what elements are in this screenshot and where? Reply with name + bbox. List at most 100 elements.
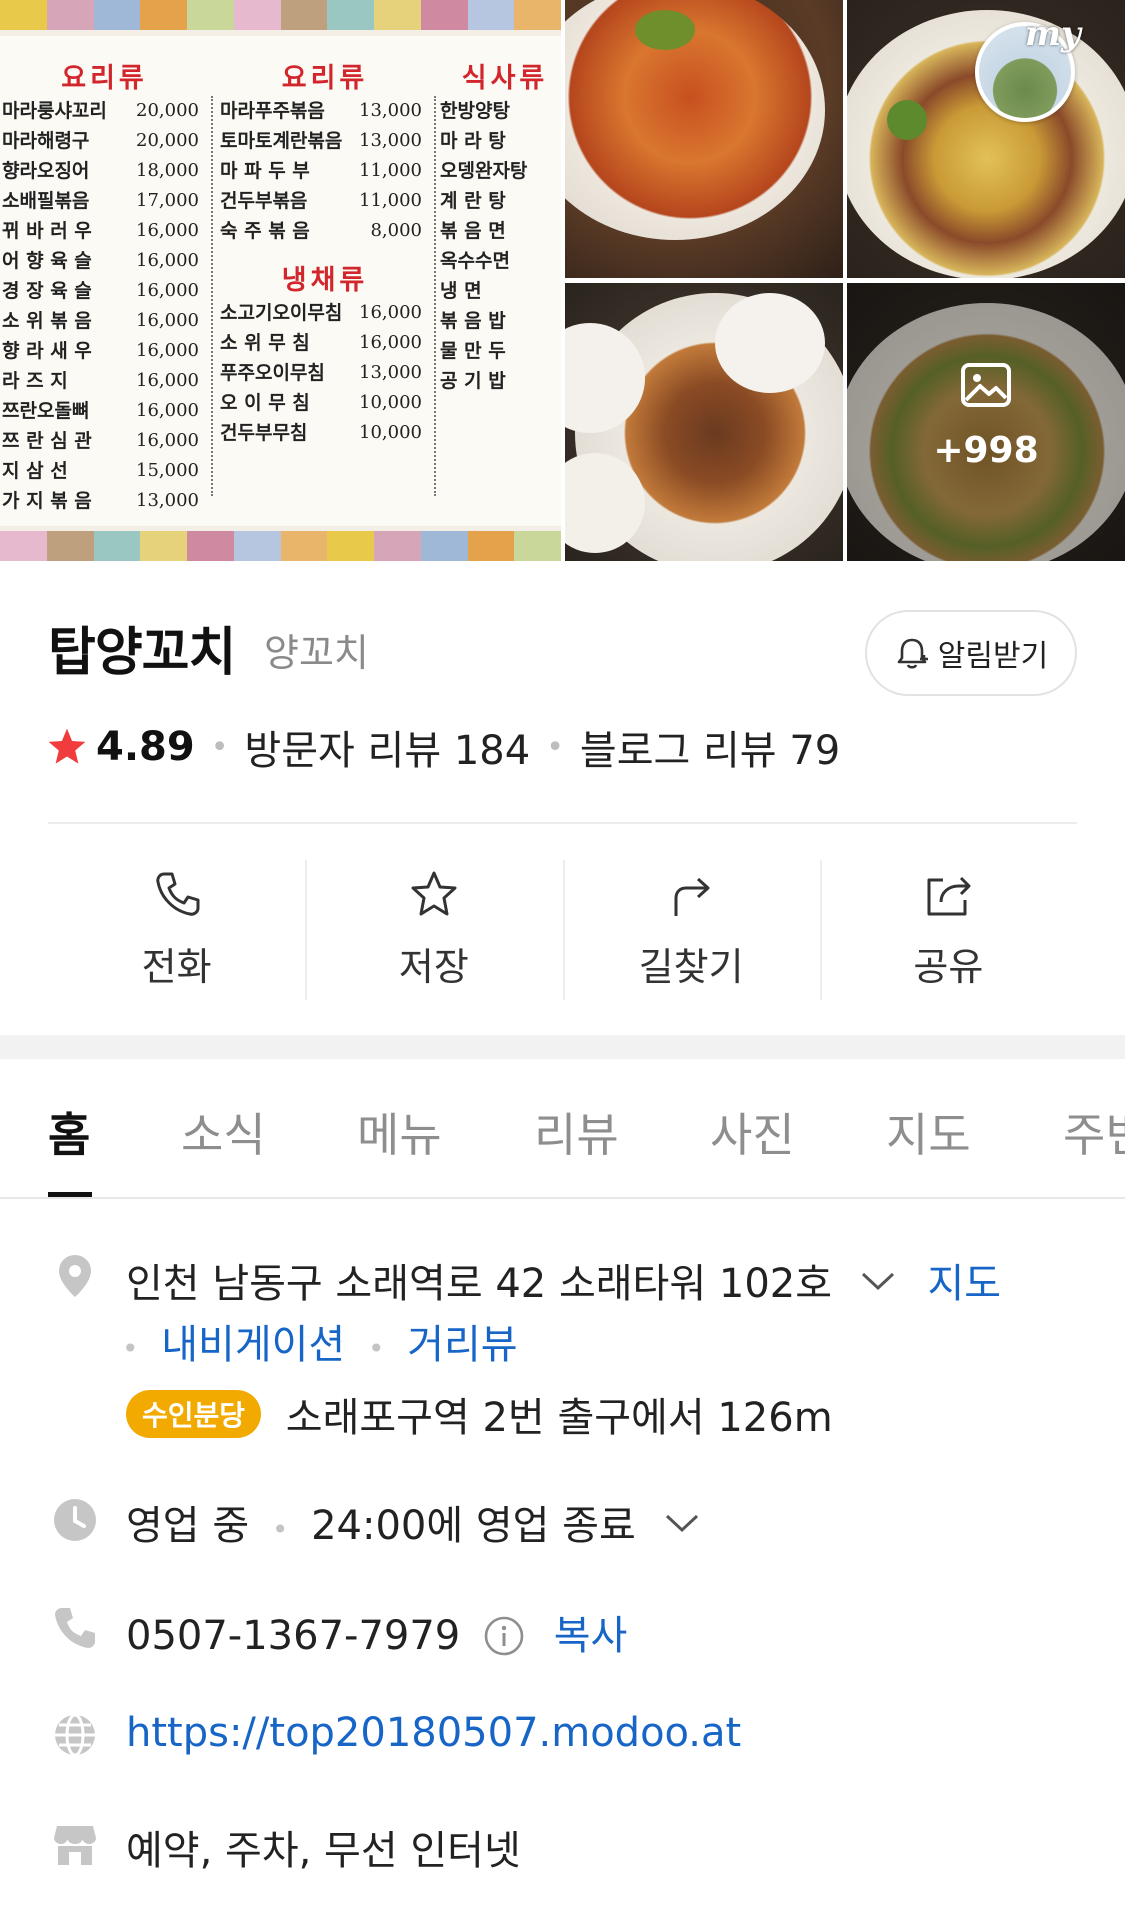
menu-item-price: 16,000 — [359, 332, 422, 353]
menu-board-bottom-strip — [0, 531, 561, 561]
menu-item-price: 17,000 — [136, 190, 199, 211]
menu-item-price: 13,000 — [359, 130, 422, 151]
menu-item-name: 지 삼 선 — [2, 460, 68, 482]
menu-item-name: 쯔 란 심 관 — [2, 430, 92, 452]
action-bar: 전화 저장 길찾기 공유 — [48, 860, 1077, 1000]
menu-board-item: 마라해령구 20,000 — [2, 126, 207, 156]
amenities-text: 예약, 주차, 무선 인터넷 — [126, 1828, 521, 1874]
navigation-link[interactable]: 내비게이션 — [161, 1322, 345, 1368]
menu-item-name: 뀌 바 러 우 — [2, 220, 92, 242]
more-photos-overlay[interactable] — [847, 283, 1125, 561]
address-links-row: • 내비게이션 • 거리뷰 — [122, 1312, 518, 1370]
separator-dot: • — [546, 729, 564, 765]
phone-number[interactable]: 0507-1367-7979 — [126, 1613, 460, 1659]
separator-dot: • — [271, 1513, 289, 1546]
menu-board-item: 옥수수면 — [440, 246, 561, 276]
menu-board-heading: 식사류 — [461, 63, 549, 94]
street-view-link[interactable]: 거리뷰 — [407, 1322, 517, 1368]
menu-item-name: 오뎅완자탕 — [440, 160, 528, 182]
info-icon[interactable] — [483, 1615, 525, 1657]
menu-board-item: 볶 음 밥 — [440, 306, 561, 336]
food-photo[interactable] — [565, 0, 843, 278]
station-text: 소래포구역 2번 출구에서 126m — [285, 1395, 833, 1441]
strip-segment — [467, 531, 515, 561]
tab-news[interactable]: 소식 — [181, 1099, 266, 1165]
hours-row[interactable]: 영업 중 • 24:00에 영업 종료 — [126, 1493, 699, 1551]
visitor-reviews-link[interactable]: 방문자 리뷰 184 — [244, 718, 530, 776]
rating-stats: 4.89 • 방문자 리뷰 184 • 블로그 리뷰 79 — [46, 718, 840, 776]
map-link[interactable]: 지도 — [927, 1261, 1001, 1307]
website-link[interactable]: https://top20180507.modoo.at — [126, 1710, 741, 1756]
menu-board-item: 경 장 육 슬 16,000 — [2, 276, 207, 306]
strip-segment — [467, 0, 515, 30]
action-label: 공유 — [913, 945, 984, 989]
bell-plus-icon — [897, 638, 928, 669]
menu-item-name: 한방양탕 — [440, 100, 510, 122]
menu-item-name: 볶 음 밥 — [440, 310, 506, 332]
separator-dot: • — [210, 729, 229, 765]
tab-bar: 홈 소식 메뉴 리뷰 사진 지도 주변 — [0, 1059, 1125, 1199]
menu-item-price: 15,000 — [136, 460, 199, 481]
bun — [715, 293, 825, 393]
menu-item-name: 소 위 무 침 — [220, 332, 310, 354]
menu-item-price: 16,000 — [136, 280, 199, 301]
copy-phone-button[interactable]: 복사 — [554, 1613, 628, 1659]
tab-review[interactable]: 리뷰 — [534, 1099, 619, 1165]
menu-board-item: 마라푸주볶음 13,000 — [220, 96, 430, 126]
menu-item-name: 마라해령구 — [2, 130, 90, 152]
share-button[interactable]: 공유 — [819, 860, 1077, 1000]
menu-board-item: 오뎅완자탕 — [440, 156, 561, 186]
strip-segment — [46, 0, 94, 30]
blog-reviews-link[interactable]: 블로그 리뷰 79 — [580, 718, 840, 776]
clock-icon — [54, 1499, 96, 1541]
menu-board-item: 한방양탕 — [440, 96, 561, 126]
menu-board-photo[interactable]: 요리류 마라룽샤꼬리 20,000 마라해령구 20,000 향라오징어 18,000 소배필… — [0, 0, 561, 561]
menu-item-name: 가 지 볶 음 — [2, 490, 92, 512]
tab-menu[interactable]: 메뉴 — [357, 1099, 442, 1165]
menu-item-price: 11,000 — [359, 160, 422, 181]
chevron-down-icon[interactable] — [861, 1271, 895, 1291]
strip-segment — [327, 0, 374, 30]
menu-item-price: 20,000 — [136, 130, 199, 151]
directions-button[interactable]: 길찾기 — [562, 860, 820, 1000]
menu-board-column: 식사류 한방양탕 마 라 탕 오뎅완자탕 계 란 탕볶 음 면 옥수수면 냉 면볶 음 밥물… — [440, 56, 561, 396]
menu-item-price: 18,000 — [136, 160, 199, 181]
place-title: 탑양꼬치 — [48, 623, 236, 683]
menu-item-name: 볶 음 면 — [440, 220, 506, 242]
menu-item-name: 냉 면 — [440, 280, 482, 302]
location-pin-icon — [59, 1255, 91, 1297]
strip-segment — [514, 531, 561, 561]
chevron-down-icon[interactable] — [665, 1513, 699, 1533]
tab-nearby[interactable]: 주변 — [1063, 1099, 1125, 1165]
menu-item-price: 16,000 — [136, 370, 199, 391]
menu-board-item: 소배필볶음 17,000 — [2, 186, 207, 216]
menu-board-item: 지 삼 선 15,000 — [2, 456, 207, 486]
action-label: 저장 — [398, 945, 469, 989]
separator-dot: • — [122, 1332, 139, 1365]
menu-item-name: 옥수수면 — [440, 250, 510, 272]
menu-item-name: 마라룽샤꼬리 — [2, 100, 107, 122]
save-button[interactable]: 저장 — [305, 860, 562, 1000]
menu-item-price: 16,000 — [136, 220, 199, 241]
rating-value: 4.89 — [96, 724, 195, 770]
strip-segment — [140, 531, 187, 561]
food-photo[interactable] — [565, 283, 843, 561]
station-row: 수인분당 소래포구역 2번 출구에서 126m — [126, 1385, 833, 1443]
strip-segment — [280, 0, 328, 30]
tab-map[interactable]: 지도 — [886, 1099, 971, 1165]
menu-board-item: 뀌 바 러 우 16,000 — [2, 216, 207, 246]
menu-board-item: 소고기오이무침 16,000 — [220, 298, 430, 328]
menu-item-price: 16,000 — [136, 250, 199, 271]
call-button[interactable]: 전화 — [48, 860, 305, 1000]
strip-segment — [280, 531, 328, 561]
menu-board-item: 건두부무침 10,000 — [220, 418, 430, 448]
menu-item-name: 숙 주 볶 음 — [220, 220, 310, 242]
tab-photo[interactable]: 사진 — [710, 1099, 795, 1165]
star-outline-icon — [411, 871, 457, 916]
tab-home[interactable]: 홈 — [48, 1099, 90, 1165]
section-gap — [0, 1035, 1125, 1059]
menu-item-name: 계 란 탕 — [440, 190, 506, 212]
menu-item-name: 마 라 탕 — [440, 130, 506, 152]
notify-button[interactable]: 알림받기 — [865, 610, 1077, 696]
my-label: my — [1025, 14, 1081, 54]
